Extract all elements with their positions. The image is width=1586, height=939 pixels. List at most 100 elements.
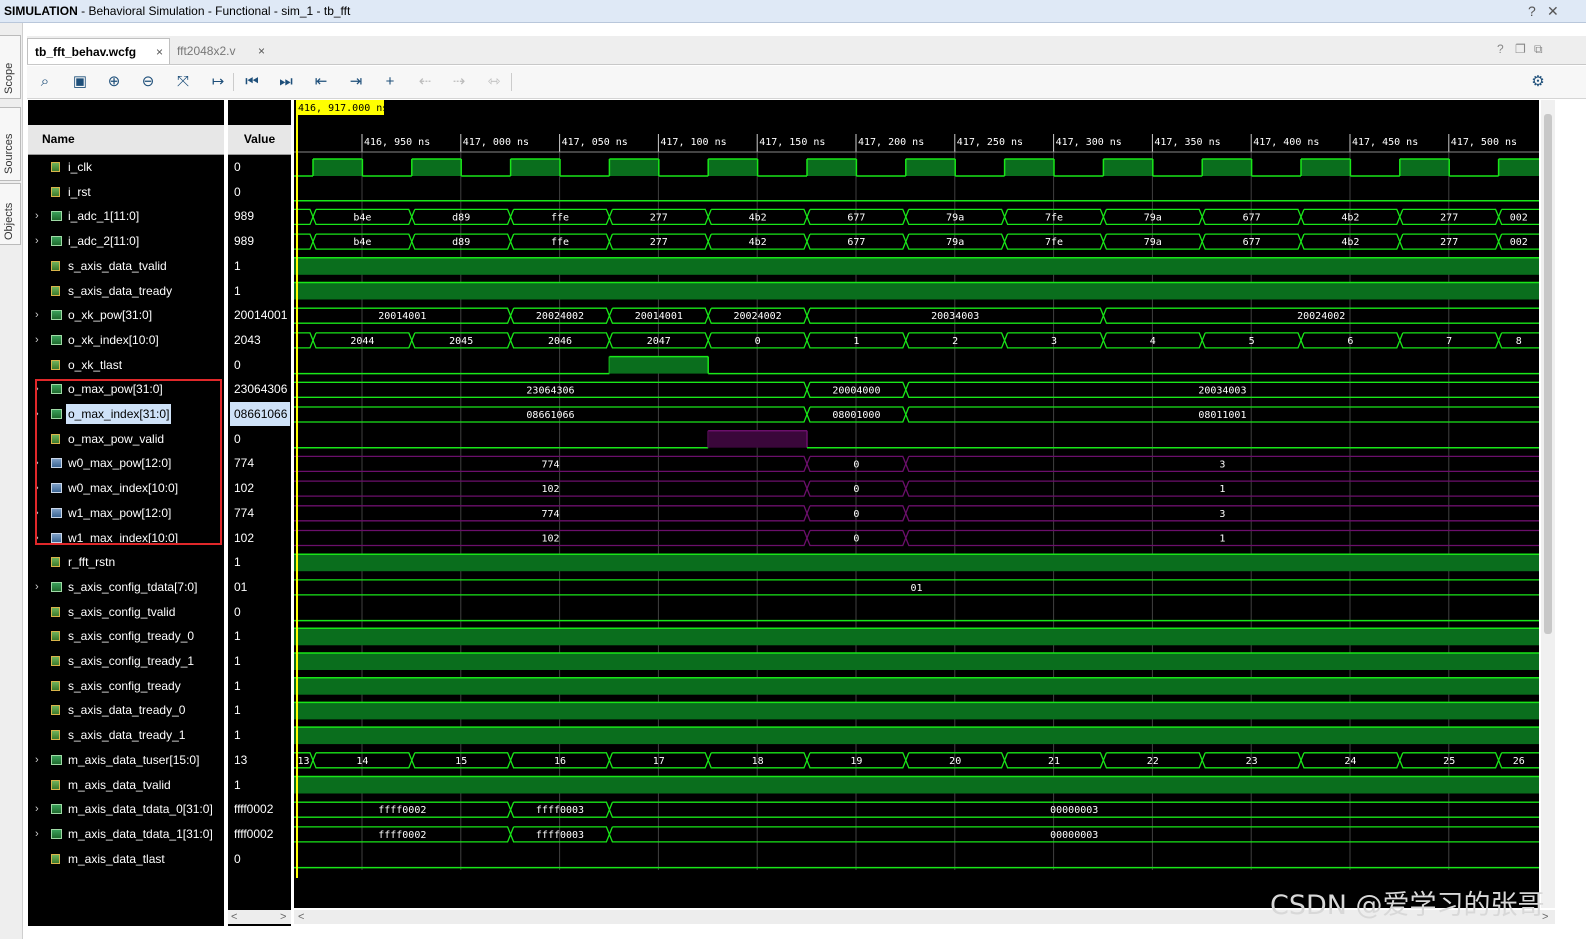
signal-row[interactable]: s_axis_data_tready — [30, 279, 222, 303]
wave-high-fill — [609, 356, 709, 374]
next-transition-icon[interactable]: ⇥ — [345, 71, 367, 93]
signal-row[interactable]: r_fft_rstn — [30, 550, 222, 574]
time-tick-label: 417, 000 ns — [463, 137, 529, 148]
side-panel-strip: Scope Sources Objects — [0, 23, 23, 939]
bus-value-label: 0 — [853, 509, 859, 520]
bus-value-label: 102 — [541, 534, 559, 545]
signal-name: m_axis_data_tuser[15:0] — [68, 753, 200, 767]
waveform-canvas[interactable]: 416, 950 ns 417, 000 ns 417, 050 ns 417, 10… — [294, 100, 1539, 908]
signal-row[interactable]: i_rst — [30, 180, 222, 204]
signal-row[interactable]: m_axis_data_tlast — [30, 847, 222, 871]
bus-value-label: 23064306 — [526, 385, 574, 396]
signal-row[interactable]: s_axis_data_tvalid — [30, 254, 222, 278]
signal-name: o_xk_pow[31:0] — [68, 308, 153, 322]
bus-signal-icon — [51, 211, 62, 221]
vertical-scrollbar[interactable] — [1541, 100, 1555, 908]
signal-row[interactable]: › s_axis_config_tdata[7:0] — [30, 575, 222, 599]
bus-value-label: 5 — [1249, 336, 1255, 347]
wave-high-fill — [294, 554, 1539, 572]
swap-cursors-icon[interactable]: ⇿ — [483, 71, 505, 93]
float-icon[interactable]: ⧉ — [1534, 42, 1543, 57]
tab-close-icon[interactable]: × — [258, 38, 265, 64]
expand-chevron-icon[interactable]: › — [35, 822, 39, 846]
bus-value-label: 21 — [1048, 756, 1060, 767]
scroll-left-icon[interactable]: < — [231, 910, 237, 924]
bus-value-label: 08661066 — [526, 410, 574, 421]
wave-high-fill — [294, 653, 1539, 670]
tab-fft2048x2-v[interactable]: fft2048x2.v × — [170, 38, 273, 64]
expand-chevron-icon[interactable]: › — [35, 303, 39, 327]
zoom-fit-icon[interactable]: ⤧ — [172, 71, 194, 93]
help-icon[interactable]: ? — [1528, 0, 1536, 22]
bus-signal-icon — [51, 804, 62, 814]
bus-signal-icon — [51, 236, 62, 246]
close-icon[interactable]: ✕ — [1547, 0, 1559, 22]
signal-row[interactable]: › o_xk_index[10:0] — [30, 328, 222, 352]
bus-value-label: 19 — [850, 756, 862, 767]
signal-row[interactable]: s_axis_data_tready_1 — [30, 723, 222, 747]
signal-row[interactable]: › m_axis_data_tuser[15:0] — [30, 748, 222, 772]
tab-tb-fft-behav-wcfg[interactable]: tb_fft_behav.wcfg × — [27, 38, 170, 64]
signal-row[interactable]: i_clk — [30, 155, 222, 179]
signal-value: 0 — [234, 432, 241, 446]
bus-value-label: 26 — [1513, 756, 1525, 767]
signal-row[interactable]: s_axis_config_tready_0 — [30, 624, 222, 648]
signal-name: s_axis_config_tvalid — [68, 605, 176, 619]
tab-close-icon[interactable]: × — [156, 39, 163, 65]
value-horizontal-scrollbar[interactable]: < > — [228, 910, 291, 924]
signal-row[interactable]: s_axis_config_tready — [30, 674, 222, 698]
bus-value-label: 277 — [650, 212, 668, 223]
vertical-scroll-thumb[interactable] — [1544, 114, 1552, 634]
expand-chevron-icon[interactable]: › — [35, 328, 39, 352]
signal-row[interactable]: s_axis_config_tready_1 — [30, 649, 222, 673]
bus-value-label: 1 — [853, 336, 859, 347]
signal-row[interactable]: › i_adc_1[11:0] — [30, 204, 222, 228]
waveform-toolbar: ⌕ ▣ ⊕ ⊖ ⤧ ↦ ⏮ ⏭ ⇤ ⇥ + ⇠ ⇢ ⇿ ⚙ — [27, 66, 1586, 99]
expand-chevron-icon[interactable]: › — [35, 575, 39, 599]
bus-value-label: 0 — [755, 336, 761, 347]
go-to-cursor-icon[interactable]: ↦ — [207, 71, 229, 93]
objects-tab[interactable]: Objects — [0, 183, 21, 245]
wire-signal-icon — [51, 656, 60, 666]
signal-row[interactable]: s_axis_data_tready_0 — [30, 698, 222, 722]
next-marker-icon[interactable]: ⇢ — [448, 71, 470, 93]
signal-row[interactable]: › m_axis_data_tdata_1[31:0] — [30, 822, 222, 846]
search-icon[interactable]: ⌕ — [34, 71, 56, 93]
sources-tab[interactable]: Sources — [0, 107, 21, 181]
expand-chevron-icon[interactable]: › — [35, 797, 39, 821]
scroll-left-icon[interactable]: < — [298, 910, 304, 924]
add-marker-icon[interactable]: + — [379, 71, 401, 93]
settings-icon[interactable]: ⚙ — [1527, 71, 1549, 93]
help-icon[interactable]: ? — [1497, 42, 1504, 56]
signal-value: 20014001 — [234, 308, 288, 322]
signal-row[interactable]: m_axis_data_tvalid — [30, 773, 222, 797]
save-icon[interactable]: ▣ — [69, 71, 91, 93]
signal-row[interactable]: o_xk_tlast — [30, 353, 222, 377]
previous-marker-icon[interactable]: ⇠ — [414, 71, 436, 93]
expand-chevron-icon[interactable]: › — [35, 748, 39, 772]
previous-transition-icon[interactable]: ⇤ — [310, 71, 332, 93]
scroll-right-icon[interactable]: > — [280, 910, 286, 924]
go-to-end-icon[interactable]: ⏭ — [275, 71, 297, 93]
signal-row[interactable]: › m_axis_data_tdata_0[31:0] — [30, 797, 222, 821]
wave-high-fill — [294, 776, 1539, 794]
bus-value-label: 01 — [910, 583, 922, 594]
bus-value-label: ffe — [551, 237, 569, 248]
expand-chevron-icon[interactable]: › — [35, 229, 39, 253]
signal-row[interactable]: › i_adc_2[11:0] — [30, 229, 222, 253]
signal-row[interactable]: s_axis_config_tvalid — [30, 600, 222, 624]
go-to-start-icon[interactable]: ⏮ — [241, 71, 263, 93]
editor-tab-bar: tb_fft_behav.wcfg × fft2048x2.v × ? ❐ ⧉ — [27, 36, 1586, 65]
bus-value-label: 4b2 — [749, 237, 767, 248]
signal-row[interactable]: › o_xk_pow[31:0] — [30, 303, 222, 327]
signal-name: s_axis_config_tready_1 — [68, 654, 195, 668]
zoom-in-icon[interactable]: ⊕ — [103, 71, 125, 93]
signal-name: i_clk — [68, 160, 93, 174]
signal-name: s_axis_data_tvalid — [68, 259, 167, 273]
signal-name: i_rst — [68, 185, 91, 199]
expand-chevron-icon[interactable]: › — [35, 204, 39, 228]
restore-icon[interactable]: ❐ — [1515, 42, 1526, 56]
wave-high-fill — [1301, 159, 1351, 176]
scope-tab[interactable]: Scope — [0, 35, 21, 99]
zoom-out-icon[interactable]: ⊖ — [137, 71, 159, 93]
